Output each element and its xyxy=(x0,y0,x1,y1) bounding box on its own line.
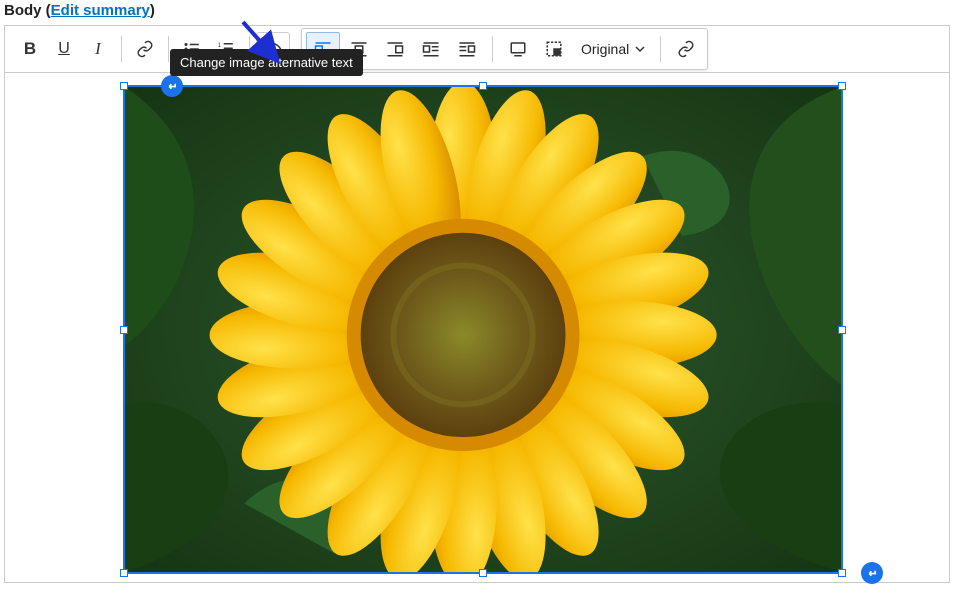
resize-handle-middle-right[interactable] xyxy=(838,326,846,334)
edit-summary-link[interactable]: Edit summary xyxy=(51,2,150,19)
editor-body[interactable] xyxy=(5,73,949,582)
toolbar: B U I 1 2 xyxy=(5,26,949,73)
underline-button[interactable]: U xyxy=(47,32,81,66)
bold-button[interactable]: B xyxy=(13,32,47,66)
resize-handle-middle-left[interactable] xyxy=(120,326,128,334)
content-image[interactable] xyxy=(125,87,841,572)
resize-handle-bottom-left[interactable] xyxy=(120,569,128,577)
paragraph-before-handle[interactable] xyxy=(161,75,183,97)
field-label: Body xyxy=(4,2,42,19)
selected-image-frame[interactable] xyxy=(123,85,843,574)
separator xyxy=(121,36,122,62)
link-icon xyxy=(136,40,154,58)
link-icon xyxy=(677,40,695,58)
return-icon xyxy=(866,567,879,580)
resize-handle-top-middle[interactable] xyxy=(479,82,487,90)
image-size-label: Original xyxy=(581,41,629,57)
image-fullwidth-button[interactable] xyxy=(501,32,535,66)
separator xyxy=(660,36,661,62)
align-break-right-icon xyxy=(386,40,404,58)
monitor-icon xyxy=(509,40,527,58)
return-icon xyxy=(166,80,179,93)
separator xyxy=(168,36,169,62)
align-wrap-left-button[interactable] xyxy=(414,32,448,66)
image-resize-button[interactable] xyxy=(537,32,571,66)
editor-container: B U I 1 2 xyxy=(4,25,950,583)
italic-button[interactable]: I xyxy=(81,32,115,66)
separator xyxy=(492,36,493,62)
resize-handle-bottom-middle[interactable] xyxy=(479,569,487,577)
link-button[interactable] xyxy=(128,32,162,66)
alt-text-tooltip: Change image alternative text xyxy=(170,49,363,76)
image-link-button[interactable] xyxy=(669,32,703,66)
align-wrap-right-button[interactable] xyxy=(450,32,484,66)
resize-handle-top-left[interactable] xyxy=(120,82,128,90)
resize-icon xyxy=(545,40,563,58)
resize-handle-top-right[interactable] xyxy=(838,82,846,90)
image-size-dropdown[interactable]: Original xyxy=(573,32,652,66)
svg-text:1: 1 xyxy=(218,43,222,49)
chevron-down-icon xyxy=(634,43,646,55)
align-wrap-left-icon xyxy=(422,40,440,58)
align-wrap-right-icon xyxy=(458,40,476,58)
field-header: Body (Edit summary) xyxy=(4,2,950,19)
resize-handle-bottom-right[interactable] xyxy=(838,569,846,577)
paragraph-after-handle[interactable] xyxy=(861,562,883,584)
align-break-right-button[interactable] xyxy=(378,32,412,66)
